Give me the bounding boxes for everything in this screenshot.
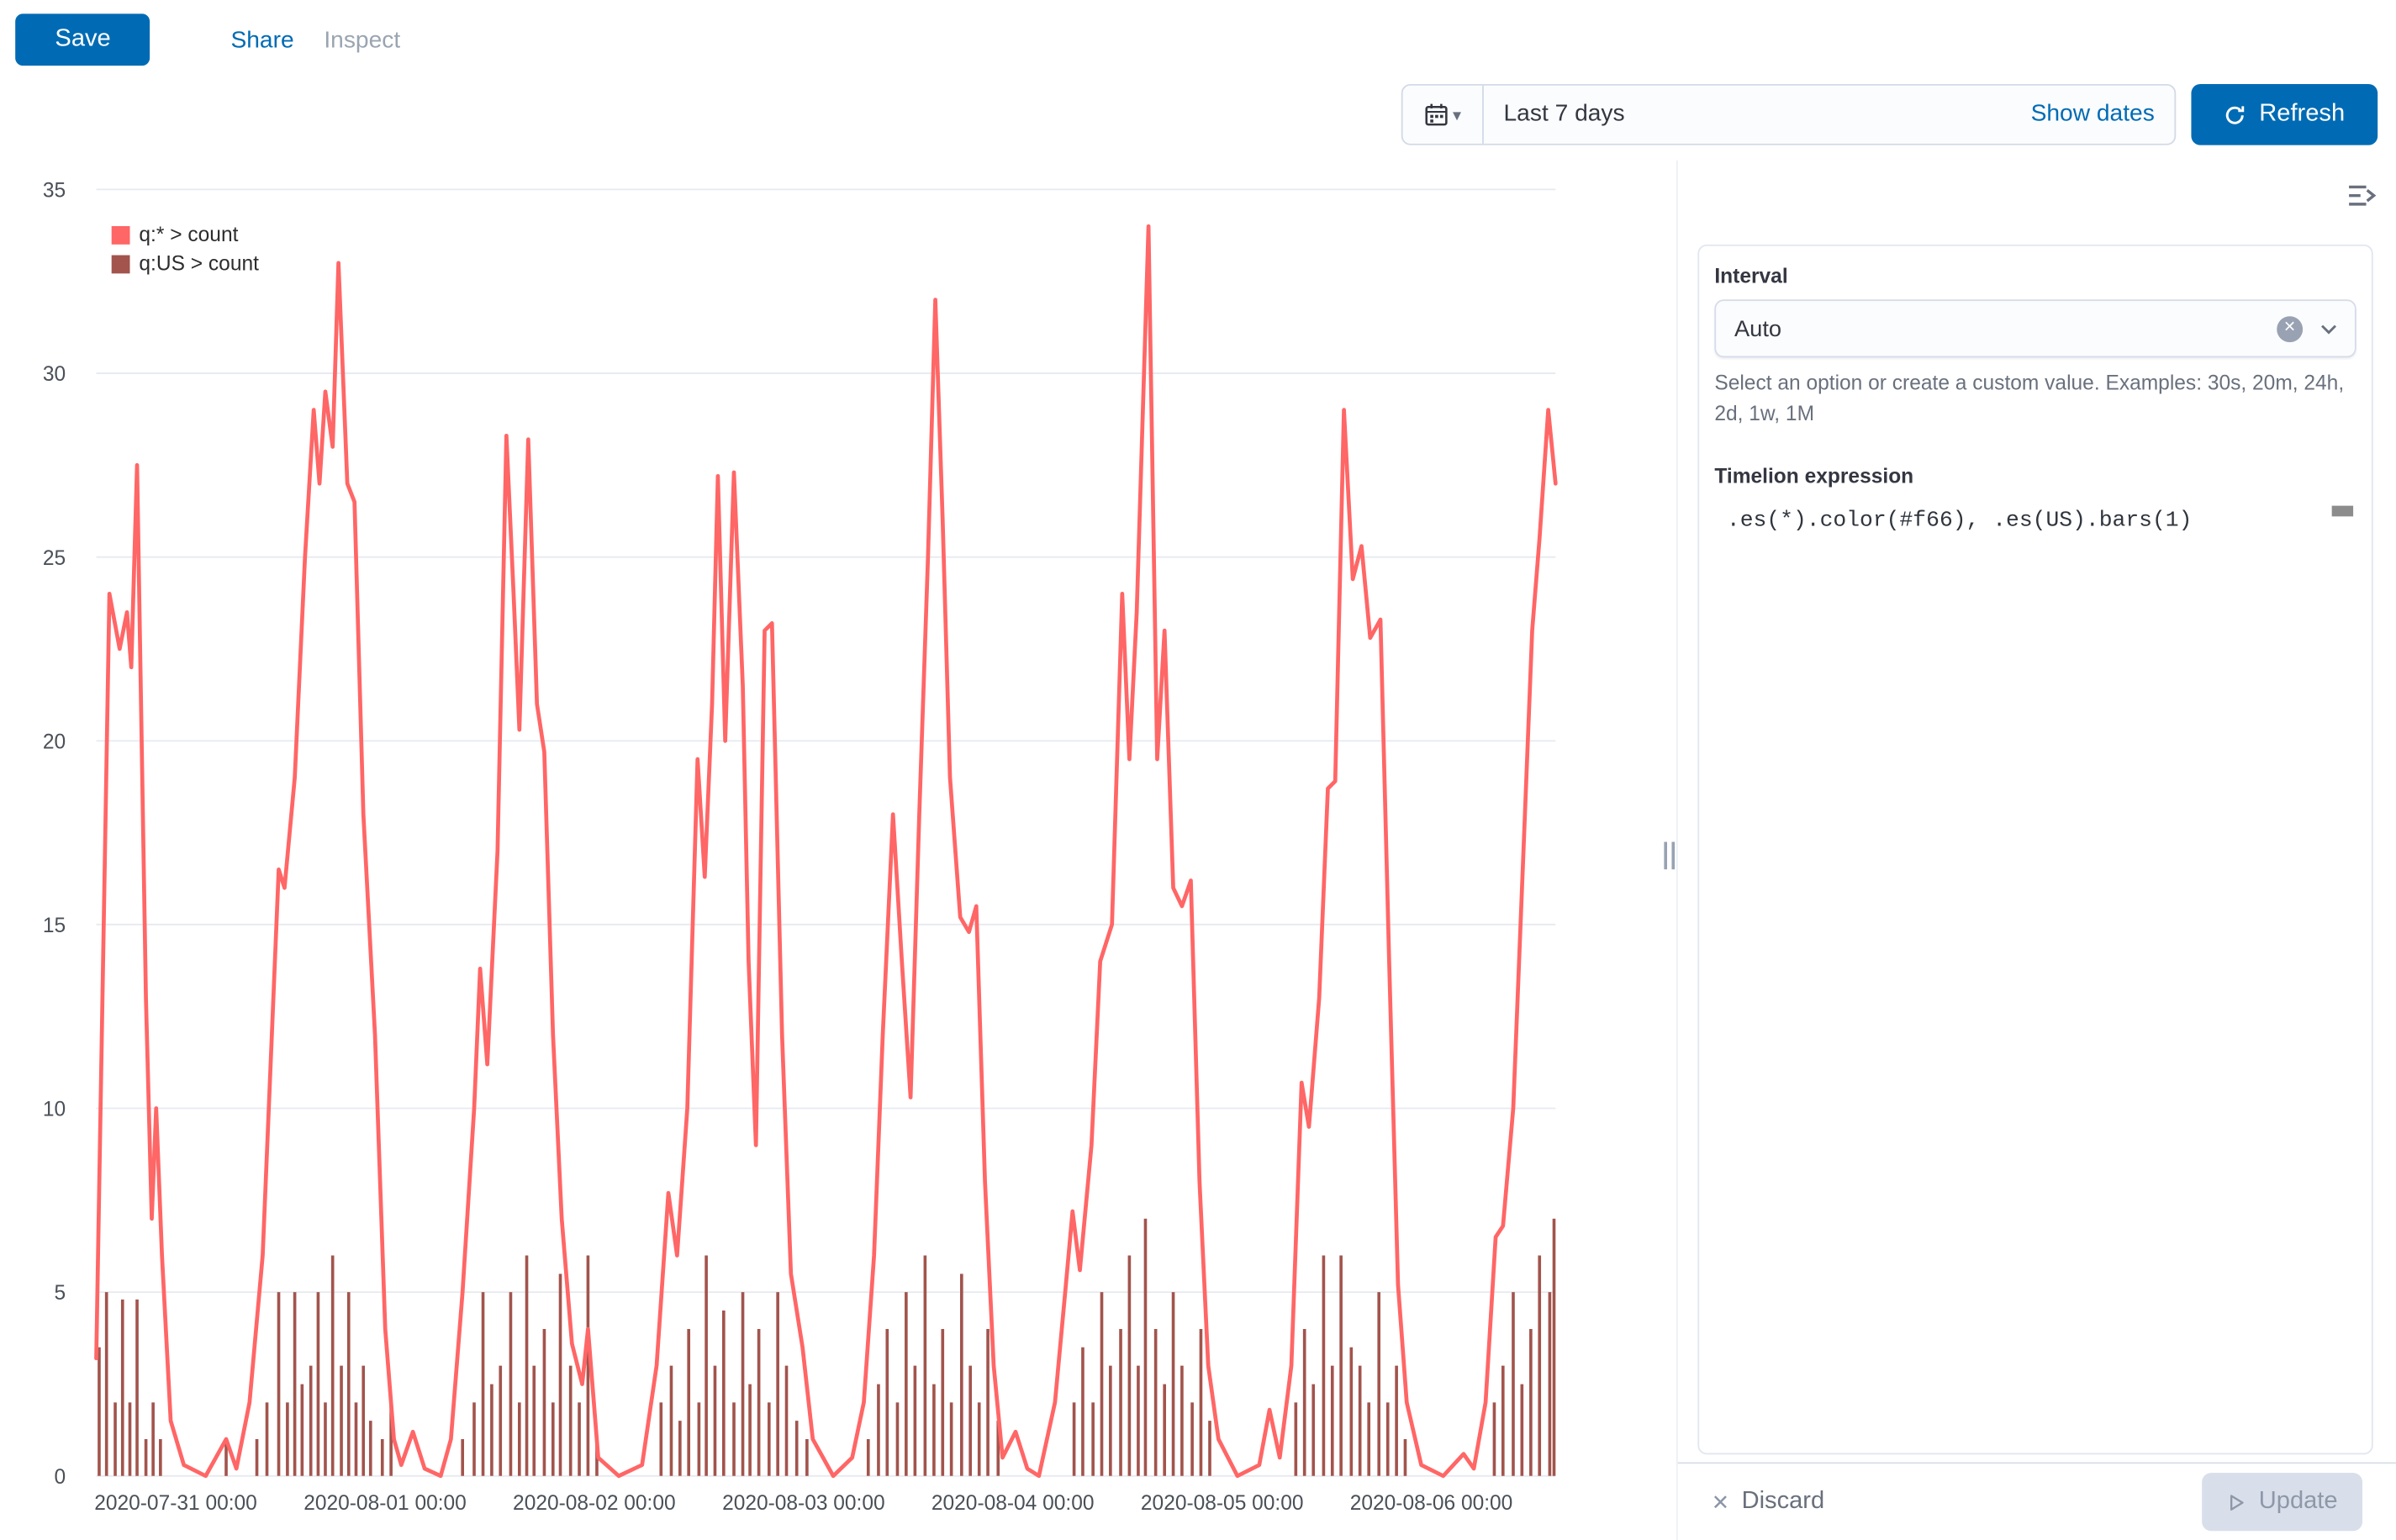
- panel-resizer-handle[interactable]: [1660, 837, 1678, 874]
- y-tick-label: 0: [55, 1466, 66, 1489]
- x-tick-label: 2020-08-06 00:00: [1350, 1492, 1513, 1515]
- y-tick-label: 30: [43, 363, 66, 386]
- date-picker: ▾ Last 7 days Show dates: [1401, 84, 2177, 145]
- inspect-button[interactable]: Inspect: [324, 28, 400, 55]
- x-tick-label: 2020-08-03 00:00: [722, 1492, 885, 1515]
- legend-swatch: [112, 225, 130, 244]
- close-icon: ✕: [1712, 1489, 1729, 1515]
- show-dates-button[interactable]: Show dates: [2031, 101, 2175, 129]
- expression-code: .es(*).color(#f66), .es(US).bars(1): [1714, 503, 2356, 533]
- date-range-value[interactable]: Last 7 days: [1484, 101, 2031, 129]
- sidebar-footer: ✕ Discard Update: [1678, 1462, 2396, 1540]
- share-button[interactable]: Share: [230, 28, 293, 55]
- timelion-visualization-editor: Save Share Inspect ▾ Last 7 days Show da…: [0, 0, 2396, 1540]
- x-tick-label: 2020-08-02 00:00: [513, 1492, 676, 1515]
- x-tick-label: 2020-08-04 00:00: [931, 1492, 1095, 1515]
- y-tick-label: 35: [43, 179, 66, 202]
- refresh-label: Refresh: [2259, 101, 2345, 129]
- y-tick-label: 20: [43, 730, 66, 753]
- calendar-icon: [1424, 103, 1449, 127]
- collapse-panel-icon[interactable]: [2347, 180, 2378, 210]
- chart-legend: q:* > count q:US > count: [112, 223, 259, 281]
- interval-value: Auto: [1734, 315, 2277, 341]
- play-icon: [2227, 1492, 2247, 1512]
- expression-form-card: Interval Auto ✕ Select an option or crea…: [1697, 245, 2372, 1455]
- legend-item: q:* > count: [112, 223, 259, 245]
- chevron-down-icon[interactable]: [2318, 318, 2339, 339]
- legend-label: q:US > count: [139, 252, 259, 275]
- legend-swatch: [112, 255, 130, 273]
- y-tick-label: 10: [43, 1099, 66, 1121]
- x-tick-label: 2020-07-31 00:00: [94, 1492, 257, 1515]
- y-tick-label: 25: [43, 547, 66, 570]
- x-tick-label: 2020-08-01 00:00: [303, 1492, 467, 1515]
- expression-sidebar: Interval Auto ✕ Select an option or crea…: [1676, 161, 2396, 1540]
- expression-label: Timelion expression: [1714, 465, 2356, 488]
- interval-label: Interval: [1714, 264, 2356, 287]
- save-button[interactable]: Save: [15, 13, 150, 66]
- chevron-down-icon: ▾: [1453, 105, 1461, 125]
- interval-help-text: Select an option or create a custom valu…: [1714, 368, 2356, 428]
- date-quick-select-button[interactable]: ▾: [1403, 86, 1484, 144]
- y-tick-label: 5: [55, 1282, 66, 1305]
- line-series: [97, 226, 1556, 1476]
- discard-label: Discard: [1742, 1488, 1825, 1516]
- interval-combobox[interactable]: Auto ✕: [1714, 299, 2356, 357]
- timelion-expression-editor[interactable]: .es(*).color(#f66), .es(US).bars(1): [1714, 503, 2356, 1435]
- update-label: Update: [2259, 1488, 2338, 1516]
- clear-interval-icon[interactable]: ✕: [2277, 315, 2303, 341]
- refresh-icon: [2224, 103, 2246, 126]
- legend-item: q:US > count: [112, 252, 259, 275]
- x-tick-label: 2020-08-05 00:00: [1141, 1492, 1304, 1515]
- refresh-button[interactable]: Refresh: [2191, 84, 2378, 145]
- y-tick-label: 15: [43, 915, 66, 937]
- legend-label: q:* > count: [139, 223, 238, 245]
- editor-scrollbar[interactable]: [2332, 506, 2353, 517]
- discard-button[interactable]: ✕ Discard: [1712, 1488, 1824, 1516]
- update-button[interactable]: Update: [2202, 1473, 2362, 1531]
- timelion-chart[interactable]: 0 5 10 15 20 25 30 35 2020-07-31 00:00 2020-08-01…: [0, 165, 1574, 1540]
